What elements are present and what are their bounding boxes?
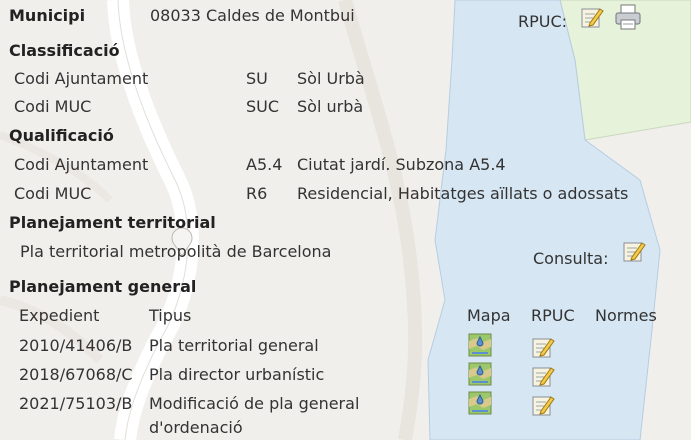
qualificacio-row-label: Codi MUC (14, 184, 92, 203)
expedient-cell: 2018/67068/C (19, 365, 133, 384)
general-title: Planejament general (9, 277, 197, 296)
edit-document-icon[interactable] (580, 5, 604, 29)
column-expedient: Expedient (19, 306, 100, 325)
rpuc-edit-icon[interactable] (531, 335, 555, 359)
column-normes: Normes (595, 306, 657, 325)
map-icon[interactable] (468, 333, 492, 357)
expedient-cell: 2010/41406/B (19, 336, 133, 355)
territorial-title: Planejament territorial (9, 213, 216, 232)
tipus-cell[interactable]: Pla territorial general (149, 336, 319, 356)
classificacio-row-desc: Sòl Urbà (297, 69, 365, 88)
classificacio-row-desc: Sòl urbà (297, 97, 364, 116)
tipus-cell[interactable]: Modificació de pla general (149, 394, 359, 414)
rpuc-edit-icon[interactable] (531, 364, 555, 388)
qualificacio-row-desc: Ciutat jardí. Subzona A5.4 (297, 155, 506, 174)
classificacio-row-label: Codi Ajuntament (14, 69, 149, 88)
qualificacio-row-code: A5.4 (246, 155, 283, 174)
classificacio-title: Classificació (9, 41, 120, 60)
municipi-value: 08033 Caldes de Montbui (150, 6, 355, 25)
municipi-label: Municipi (9, 6, 86, 25)
column-tipus: Tipus (149, 306, 192, 325)
classificacio-row-label: Codi MUC (14, 97, 92, 116)
qualificacio-row-desc: Residencial, Habitatges aïllats o adossa… (297, 184, 629, 203)
info-panel: Municipi 08033 Caldes de Montbui RPUC: C… (0, 0, 691, 440)
column-rpuc: RPUC (531, 306, 575, 325)
territorial-plan: Pla territorial metropolità de Barcelona (20, 242, 332, 261)
consulta-label: Consulta: (533, 249, 609, 268)
qualificacio-title: Qualificació (9, 126, 114, 145)
map-icon[interactable] (468, 362, 492, 386)
rpuc-label: RPUC: (518, 12, 568, 31)
rpuc-edit-icon[interactable] (531, 393, 555, 417)
column-mapa: Mapa (467, 306, 511, 325)
qualificacio-row-code: R6 (246, 184, 268, 203)
printer-icon[interactable] (614, 3, 642, 31)
expedient-cell: 2021/75103/B (19, 394, 133, 413)
qualificacio-row-label: Codi Ajuntament (14, 155, 149, 174)
consulta-edit-icon[interactable] (622, 239, 646, 263)
tipus-cell[interactable]: Pla director urbanístic (149, 365, 324, 385)
classificacio-row-code: SUC (246, 97, 280, 116)
classificacio-row-code: SU (246, 69, 268, 88)
map-icon[interactable] (468, 391, 492, 415)
tipus-cell-continuation[interactable]: d'ordenació (149, 418, 243, 438)
